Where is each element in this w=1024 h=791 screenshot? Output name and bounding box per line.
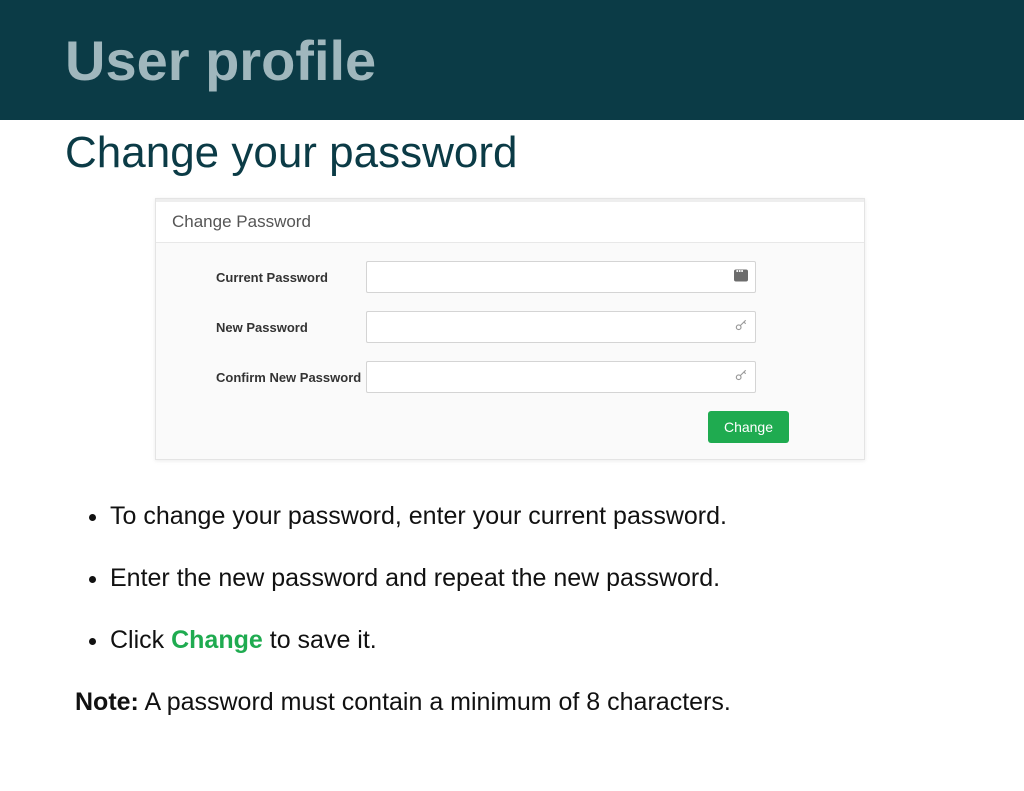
button-row: Change	[176, 411, 844, 443]
row-current-password: Current Password	[176, 261, 844, 293]
label-confirm-password: Confirm New Password	[176, 370, 366, 385]
current-password-input[interactable]	[366, 261, 756, 293]
instruction-item: To change your password, enter your curr…	[110, 500, 949, 534]
instruction-item-click: Click Change to save it.	[110, 624, 949, 658]
confirm-password-input[interactable]	[366, 361, 756, 393]
text: Click	[110, 626, 171, 654]
panel-wrap: Change Password Current Password New Pas…	[0, 198, 1024, 490]
input-wrap-new	[366, 311, 756, 343]
change-button[interactable]: Change	[708, 411, 789, 443]
change-emphasis: Change	[171, 626, 263, 654]
change-password-panel: Change Password Current Password New Pas…	[155, 198, 865, 460]
panel-body: Current Password New Password Confirm Ne…	[156, 243, 864, 459]
label-new-password: New Password	[176, 320, 366, 335]
text: to save it.	[263, 626, 377, 654]
row-confirm-password: Confirm New Password	[176, 361, 844, 393]
note-text: A password must contain a minimum of 8 c…	[139, 688, 731, 716]
subheader: Change your password	[0, 120, 1024, 198]
instruction-item: Enter the new password and repeat the ne…	[110, 562, 949, 596]
panel-title: Change Password	[156, 199, 864, 243]
new-password-input[interactable]	[366, 311, 756, 343]
input-wrap-confirm	[366, 361, 756, 393]
row-new-password: New Password	[176, 311, 844, 343]
key-icon[interactable]	[734, 319, 748, 336]
note-line: Note: A password must contain a minimum …	[75, 685, 949, 720]
input-wrap-current	[366, 261, 756, 293]
note-label: Note:	[75, 688, 139, 716]
instruction-list: To change your password, enter your curr…	[75, 500, 949, 657]
instructions: To change your password, enter your curr…	[0, 490, 1024, 720]
label-current-password: Current Password	[176, 270, 366, 285]
header-bar: User profile	[0, 0, 1024, 120]
section-title: Change your password	[65, 128, 959, 178]
key-icon[interactable]	[734, 369, 748, 386]
page-title: User profile	[65, 28, 376, 93]
password-manager-icon[interactable]	[734, 270, 748, 285]
